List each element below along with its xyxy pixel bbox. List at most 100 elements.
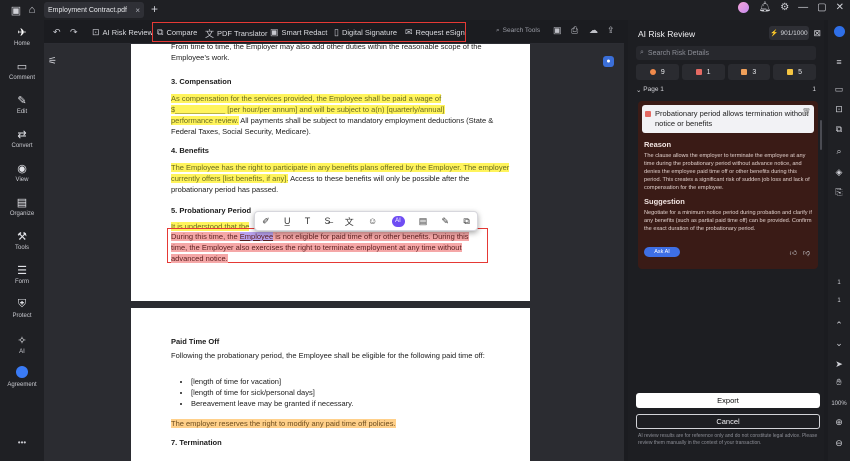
sidebar-item-organize[interactable]: ▤ Organize [0, 196, 44, 217]
underline-icon[interactable]: U̲ [284, 216, 291, 226]
form-icon: ☰ [17, 265, 27, 277]
redo-icon[interactable]: ↷ [70, 27, 78, 38]
save-icon[interactable]: ▣ [553, 25, 562, 36]
sidebar-item-agreement[interactable]: Agreement [0, 366, 44, 388]
low-risk-icon [787, 69, 794, 75]
chevron-up-icon[interactable]: ⌃ [828, 320, 850, 331]
count-low[interactable]: 5 [773, 64, 816, 80]
organize-icon: ▤ [16, 197, 28, 209]
sidebar-item-home[interactable]: ✈ Home [0, 26, 44, 47]
gear-icon[interactable]: ⚙ [780, 2, 789, 13]
filter-settings-icon[interactable]: ⚟ [48, 56, 57, 67]
risk-title-bar[interactable]: Probationary period allows termination w… [642, 105, 814, 133]
close-panel-icon[interactable]: ⊠ [813, 28, 821, 39]
zoom-out-icon[interactable]: ⊖ [828, 438, 850, 449]
comments-panel-icon[interactable]: ▭ [828, 84, 850, 95]
count-all[interactable]: 9 [636, 64, 679, 80]
trash-icon[interactable]: 🗑︎ [802, 108, 811, 118]
stack-icon[interactable]: ⧉ [828, 124, 850, 135]
close-window-icon[interactable]: ✕ [836, 2, 844, 13]
select-cursor-icon[interactable]: ➤ [828, 359, 850, 370]
hand-icon[interactable]: ✋︎ [828, 377, 850, 388]
chevron-down-icon[interactable]: ⌄ [828, 338, 850, 349]
minimize-icon[interactable]: — [798, 2, 808, 13]
high-risk-icon [695, 69, 702, 75]
strikethrough-icon[interactable]: S̶ [324, 216, 330, 226]
chat-icon[interactable]: ☺ [368, 216, 377, 226]
count-medium[interactable]: 3 [727, 64, 771, 80]
risk-card[interactable]: Probationary period allows termination w… [638, 101, 818, 269]
sidebar-item-label: Home [13, 41, 30, 47]
medium-risk-icon [741, 69, 748, 75]
document-viewport[interactable]: ⚟ From time to time, the Employer may al… [44, 44, 624, 461]
pto-highlight-line: The employer reserves the right to modif… [171, 418, 510, 429]
sidebar-item-label: Agreement [7, 382, 37, 388]
ai-risk-review-icon: ⊡ [92, 27, 100, 37]
document-tab[interactable]: Employment Contract.pdf × [44, 2, 144, 18]
agreement-icon [16, 366, 28, 378]
protect-icon: ⛨ [17, 298, 27, 310]
copy-icon[interactable]: ⧉ [463, 216, 469, 227]
new-tab-button[interactable]: + [151, 2, 158, 16]
edit-icon[interactable]: ✎ [442, 216, 450, 227]
maximize-icon[interactable]: ▢ [817, 2, 826, 13]
sidebar-item-comment[interactable]: ▭ Comment [0, 60, 44, 81]
list-item: [length of time for sick/personal days] [191, 387, 510, 398]
page-number-total: 1 [837, 298, 841, 304]
highlight-icon[interactable]: ✐ [262, 216, 270, 227]
sidebar-item-protect[interactable]: ⛨ Protect [0, 298, 44, 319]
sidebar-item-tools[interactable]: ⚒ Tools [0, 230, 44, 251]
comment-icon: ▭ [16, 61, 28, 73]
zoom-level[interactable]: 100% [828, 401, 850, 407]
highlight-compensation[interactable]: $____________ [per hour/per annum] and w… [171, 105, 445, 114]
cloud-upload-icon[interactable]: ☁ [589, 25, 598, 36]
sidebar-item-view[interactable]: ◉ View [0, 162, 44, 183]
app-menu-icon[interactable]: ▣ [8, 2, 24, 18]
highlight-compensation[interactable]: performance review. [171, 116, 239, 125]
count-high[interactable]: 1 [681, 64, 725, 80]
ai-assistant-icon[interactable] [828, 26, 850, 39]
pdf-page-2: Paid Time Off Following the probationary… [131, 308, 530, 461]
export-button[interactable]: Export [636, 393, 820, 408]
highlight-pto[interactable]: The employer reserves the right to modif… [171, 419, 396, 428]
zoom-in-icon[interactable]: ⊕ [828, 417, 850, 428]
highlight-compensation[interactable]: As compensation for the services provide… [171, 94, 442, 103]
search-tools-button[interactable]: ⌕ Search Tools [496, 27, 540, 35]
bell-icon[interactable]: 🔔︎ [758, 2, 771, 13]
search-icon[interactable]: ⌕ [828, 146, 850, 157]
credits-badge: ⚡ 901/1000 [769, 26, 809, 40]
sidebar-item-form[interactable]: ☰ Form [0, 264, 44, 285]
ai-icon[interactable]: AI [391, 215, 405, 227]
thumbs-down-icon[interactable]: 👎︎ [803, 248, 810, 257]
print-icon[interactable]: ⎙ [571, 25, 578, 36]
layers-icon[interactable]: ◈ [828, 167, 850, 178]
cancel-button[interactable]: Cancel [636, 414, 820, 429]
undo-icon[interactable]: ↶ [53, 27, 61, 38]
sidebar-item-label: Tools [14, 245, 29, 251]
home-icon[interactable]: ⌂ [24, 2, 40, 18]
thumbs-up-icon[interactable]: 👍︎ [790, 248, 797, 257]
sidebar-item-edit[interactable]: ✎ Edit [0, 94, 44, 115]
probationary-risk-text[interactable]: During this time, the Employee is not el… [171, 231, 510, 264]
sidebar-item-convert[interactable]: ⇄ Convert [0, 128, 44, 149]
ai-risk-review-button[interactable]: ⊡ AI Risk Review [92, 27, 153, 38]
risk-search-input[interactable]: ⌕ Search Risk Details [636, 46, 816, 60]
avatar[interactable] [738, 2, 750, 13]
more-icon[interactable]: ••• [0, 438, 44, 447]
panel-scrollbar[interactable] [820, 120, 822, 150]
user-account-icon[interactable]: ● [603, 56, 614, 67]
page-group-header[interactable]: ⌄ Page 1 1 [636, 86, 816, 94]
page-number-current[interactable]: 1 [828, 280, 850, 286]
attachment-icon[interactable]: ⎘ [828, 187, 850, 198]
ai-risk-icon[interactable]: ⊡ [828, 104, 850, 115]
text-icon[interactable]: T [305, 216, 311, 226]
translate-icon[interactable]: 文 [345, 215, 354, 228]
properties-icon[interactable]: ≡ [828, 57, 850, 67]
share-icon[interactable]: ⇪ [607, 25, 615, 36]
count-value: 1 [706, 68, 711, 76]
close-tab-icon[interactable]: × [135, 6, 140, 15]
attach-icon[interactable]: ▤ [419, 216, 428, 227]
ask-ai-button[interactable]: Ask AI [644, 247, 680, 257]
sidebar-item-ai[interactable]: ✧ AI [0, 334, 44, 355]
sidebar-item-label: Convert [11, 143, 33, 149]
